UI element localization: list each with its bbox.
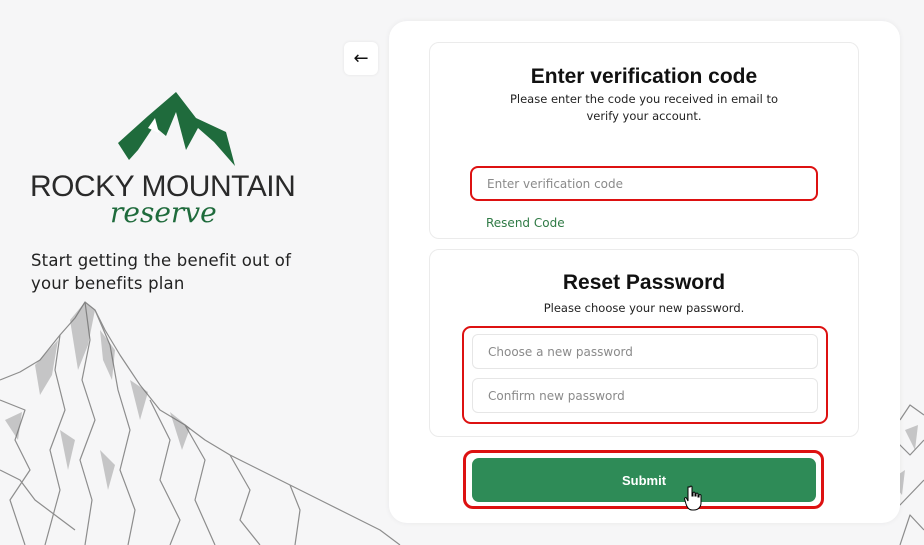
submit-button[interactable]: Submit [472,458,816,502]
verification-code-input[interactable] [470,166,818,201]
confirm-password-input[interactable] [472,378,818,413]
reset-password-card: Reset Password Please choose your new pa… [429,249,859,437]
reset-password-description: Please choose your new password. [543,301,745,315]
verification-description: Please enter the code you received in em… [509,92,779,123]
tagline: Start getting the benefit out of your be… [31,251,292,293]
password-fields-group [462,326,828,424]
verification-title: Enter verification code [530,65,758,88]
verification-card: Enter verification code Please enter the… [429,42,859,239]
reset-password-title: Reset Password [562,271,726,294]
auth-panel: Enter verification code Please enter the… [389,21,900,523]
resend-code-link[interactable]: Resend Code [486,216,565,230]
rocky-mountain-reserve-logo: ROCKY MOUNTAIN reserve [30,92,296,228]
arrow-left-icon: ← [353,48,369,69]
back-button[interactable]: ← [344,42,378,75]
submit-highlight: Submit [463,450,824,509]
new-password-input[interactable] [472,334,818,369]
hand-cursor-icon [684,485,702,511]
logo-text-line2: reserve [110,196,217,228]
